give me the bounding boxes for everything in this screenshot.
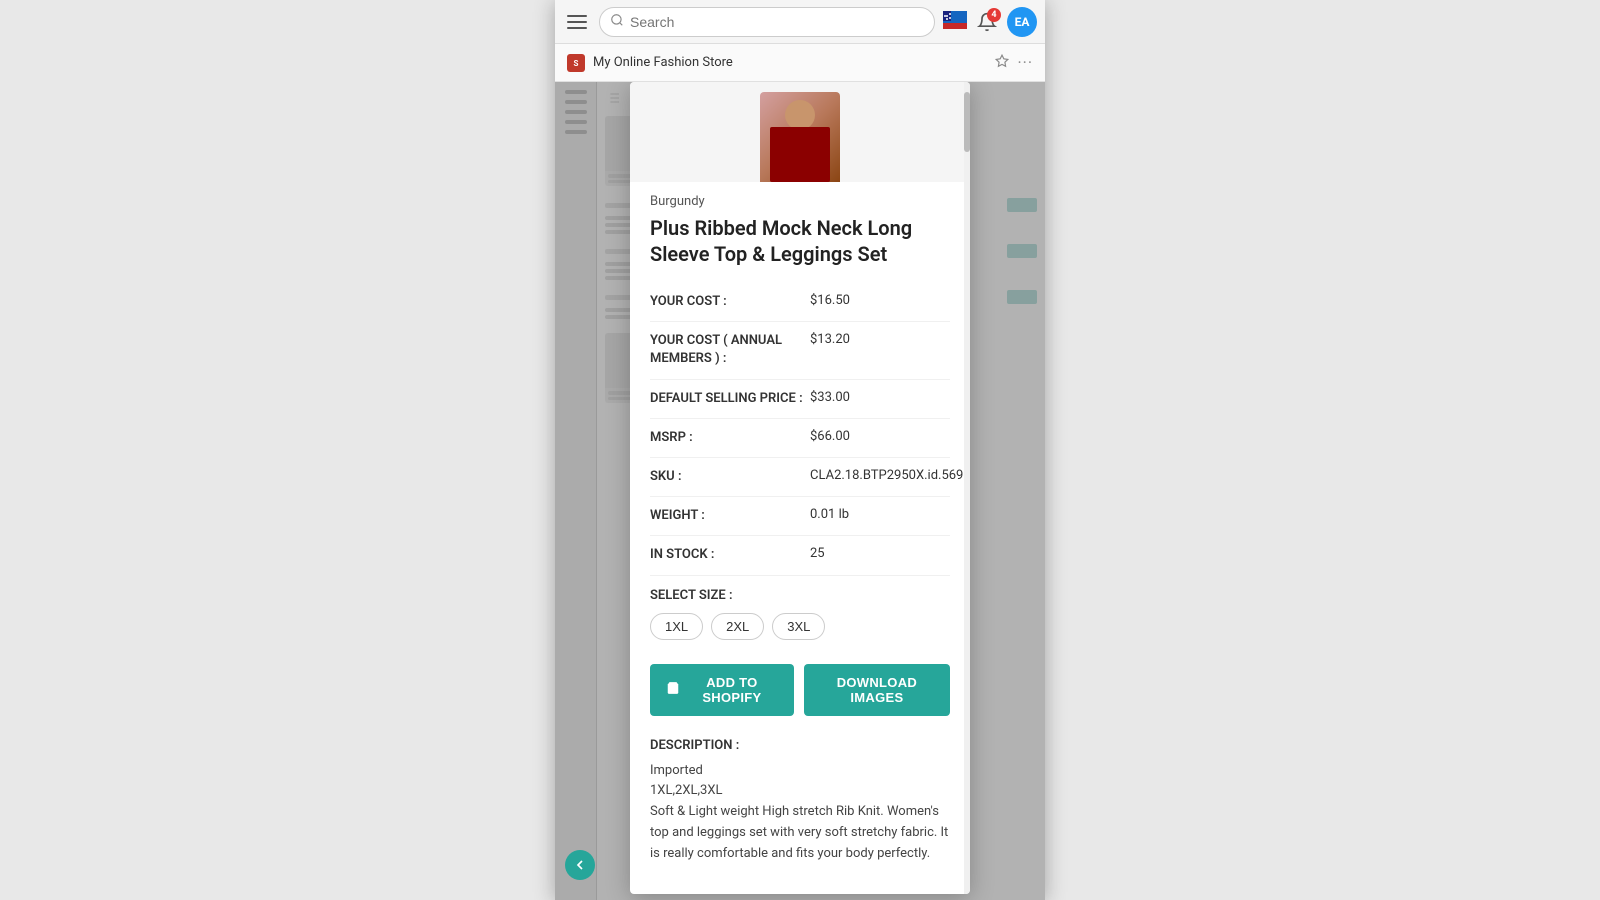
- product-color: Burgundy: [650, 194, 950, 209]
- content-area: Burgundy Plus Ribbed Mock Neck Long Slee…: [555, 82, 1045, 900]
- browser-window: 4 EA S My Online Fashion Store ···: [555, 0, 1045, 900]
- description-label: DESCRIPTION :: [650, 738, 950, 753]
- sku-row: SKU : CLA2.18.BTP2950X.id.56995f: [650, 458, 950, 497]
- action-buttons: ADD TO SHOPIFY DOWNLOAD IMAGES: [650, 652, 950, 728]
- search-input[interactable]: [630, 14, 924, 30]
- default-selling-price-row: DEFAULT SELLING PRICE : $33.00: [650, 380, 950, 419]
- product-details: YOUR COST : $16.50 YOUR COST ( ANNUAL ME…: [650, 283, 950, 576]
- annual-cost-row: YOUR COST ( ANNUAL MEMBERS ) : $13.20: [650, 322, 950, 379]
- hamburger-icon[interactable]: [563, 8, 591, 36]
- weight-value: 0.01 lb: [810, 507, 950, 522]
- modal-body: Burgundy Plus Ribbed Mock Neck Long Slee…: [630, 182, 970, 874]
- search-bar[interactable]: [599, 7, 935, 37]
- desc-line-1: Imported: [650, 761, 950, 782]
- svg-text:S: S: [574, 59, 579, 68]
- flag-icon[interactable]: [943, 11, 967, 33]
- select-size-label: SELECT SIZE :: [650, 588, 950, 603]
- pin-icon[interactable]: [995, 54, 1009, 72]
- store-name-label: My Online Fashion Store: [593, 55, 987, 70]
- store-favicon: S: [567, 54, 585, 72]
- add-to-shopify-label: ADD TO SHOPIFY: [686, 675, 778, 705]
- annual-cost-value: $13.20: [810, 332, 950, 347]
- msrp-label: MSRP :: [650, 429, 810, 447]
- sku-label: SKU :: [650, 468, 810, 486]
- size-2xl[interactable]: 2XL: [711, 613, 764, 640]
- scrollbar-thumb: [964, 92, 970, 152]
- annual-cost-label: YOUR COST ( ANNUAL MEMBERS ) :: [650, 332, 810, 368]
- default-selling-price-value: $33.00: [810, 390, 950, 405]
- desc-line-3: Soft & Light weight High stretch Rib Kni…: [650, 802, 950, 864]
- product-image: [760, 92, 840, 182]
- notification-icon[interactable]: 4: [973, 8, 1001, 36]
- in-stock-value: 25: [810, 546, 950, 561]
- your-cost-row: YOUR COST : $16.50: [650, 283, 950, 322]
- notification-badge: 4: [987, 8, 1001, 22]
- desc-line-2: 1XL,2XL,3XL: [650, 781, 950, 802]
- your-cost-label: YOUR COST :: [650, 293, 810, 311]
- select-size-section: SELECT SIZE : 1XL 2XL 3XL: [650, 576, 950, 652]
- back-arrow-button[interactable]: [565, 850, 595, 880]
- browser-topbar: 4 EA: [555, 0, 1045, 44]
- product-title: Plus Ribbed Mock Neck Long Sleeve Top & …: [650, 215, 950, 267]
- size-options: 1XL 2XL 3XL: [650, 613, 950, 640]
- add-to-shopify-button[interactable]: ADD TO SHOPIFY: [650, 664, 794, 716]
- browser-urlbar: S My Online Fashion Store ···: [555, 44, 1045, 82]
- size-3xl[interactable]: 3XL: [772, 613, 825, 640]
- msrp-row: MSRP : $66.00: [650, 419, 950, 458]
- description-text: Imported 1XL,2XL,3XL Soft & Light weight…: [650, 761, 950, 865]
- description-section: DESCRIPTION : Imported 1XL,2XL,3XL Soft …: [650, 728, 950, 875]
- product-image-area: [630, 82, 970, 182]
- msrp-value: $66.00: [810, 429, 950, 444]
- modal-scroll-container[interactable]: Burgundy Plus Ribbed Mock Neck Long Slee…: [630, 82, 970, 894]
- modal-scrollbar[interactable]: [964, 82, 970, 894]
- your-cost-value: $16.50: [810, 293, 950, 308]
- shopify-cart-icon: [666, 681, 680, 698]
- avatar[interactable]: EA: [1007, 7, 1037, 37]
- default-selling-price-label: DEFAULT SELLING PRICE :: [650, 390, 810, 408]
- product-modal: Burgundy Plus Ribbed Mock Neck Long Slee…: [630, 82, 970, 894]
- download-images-button[interactable]: DOWNLOAD IMAGES: [804, 664, 950, 716]
- topbar-icons: 4 EA: [943, 7, 1037, 37]
- more-options-icon[interactable]: ···: [1017, 53, 1033, 72]
- size-1xl[interactable]: 1XL: [650, 613, 703, 640]
- sku-value: CLA2.18.BTP2950X.id.56995f: [810, 468, 970, 483]
- search-icon: [610, 13, 624, 31]
- in-stock-label: IN STOCK :: [650, 546, 810, 564]
- weight-row: WEIGHT : 0.01 lb: [650, 497, 950, 536]
- in-stock-row: IN STOCK : 25: [650, 536, 950, 575]
- weight-label: WEIGHT :: [650, 507, 810, 525]
